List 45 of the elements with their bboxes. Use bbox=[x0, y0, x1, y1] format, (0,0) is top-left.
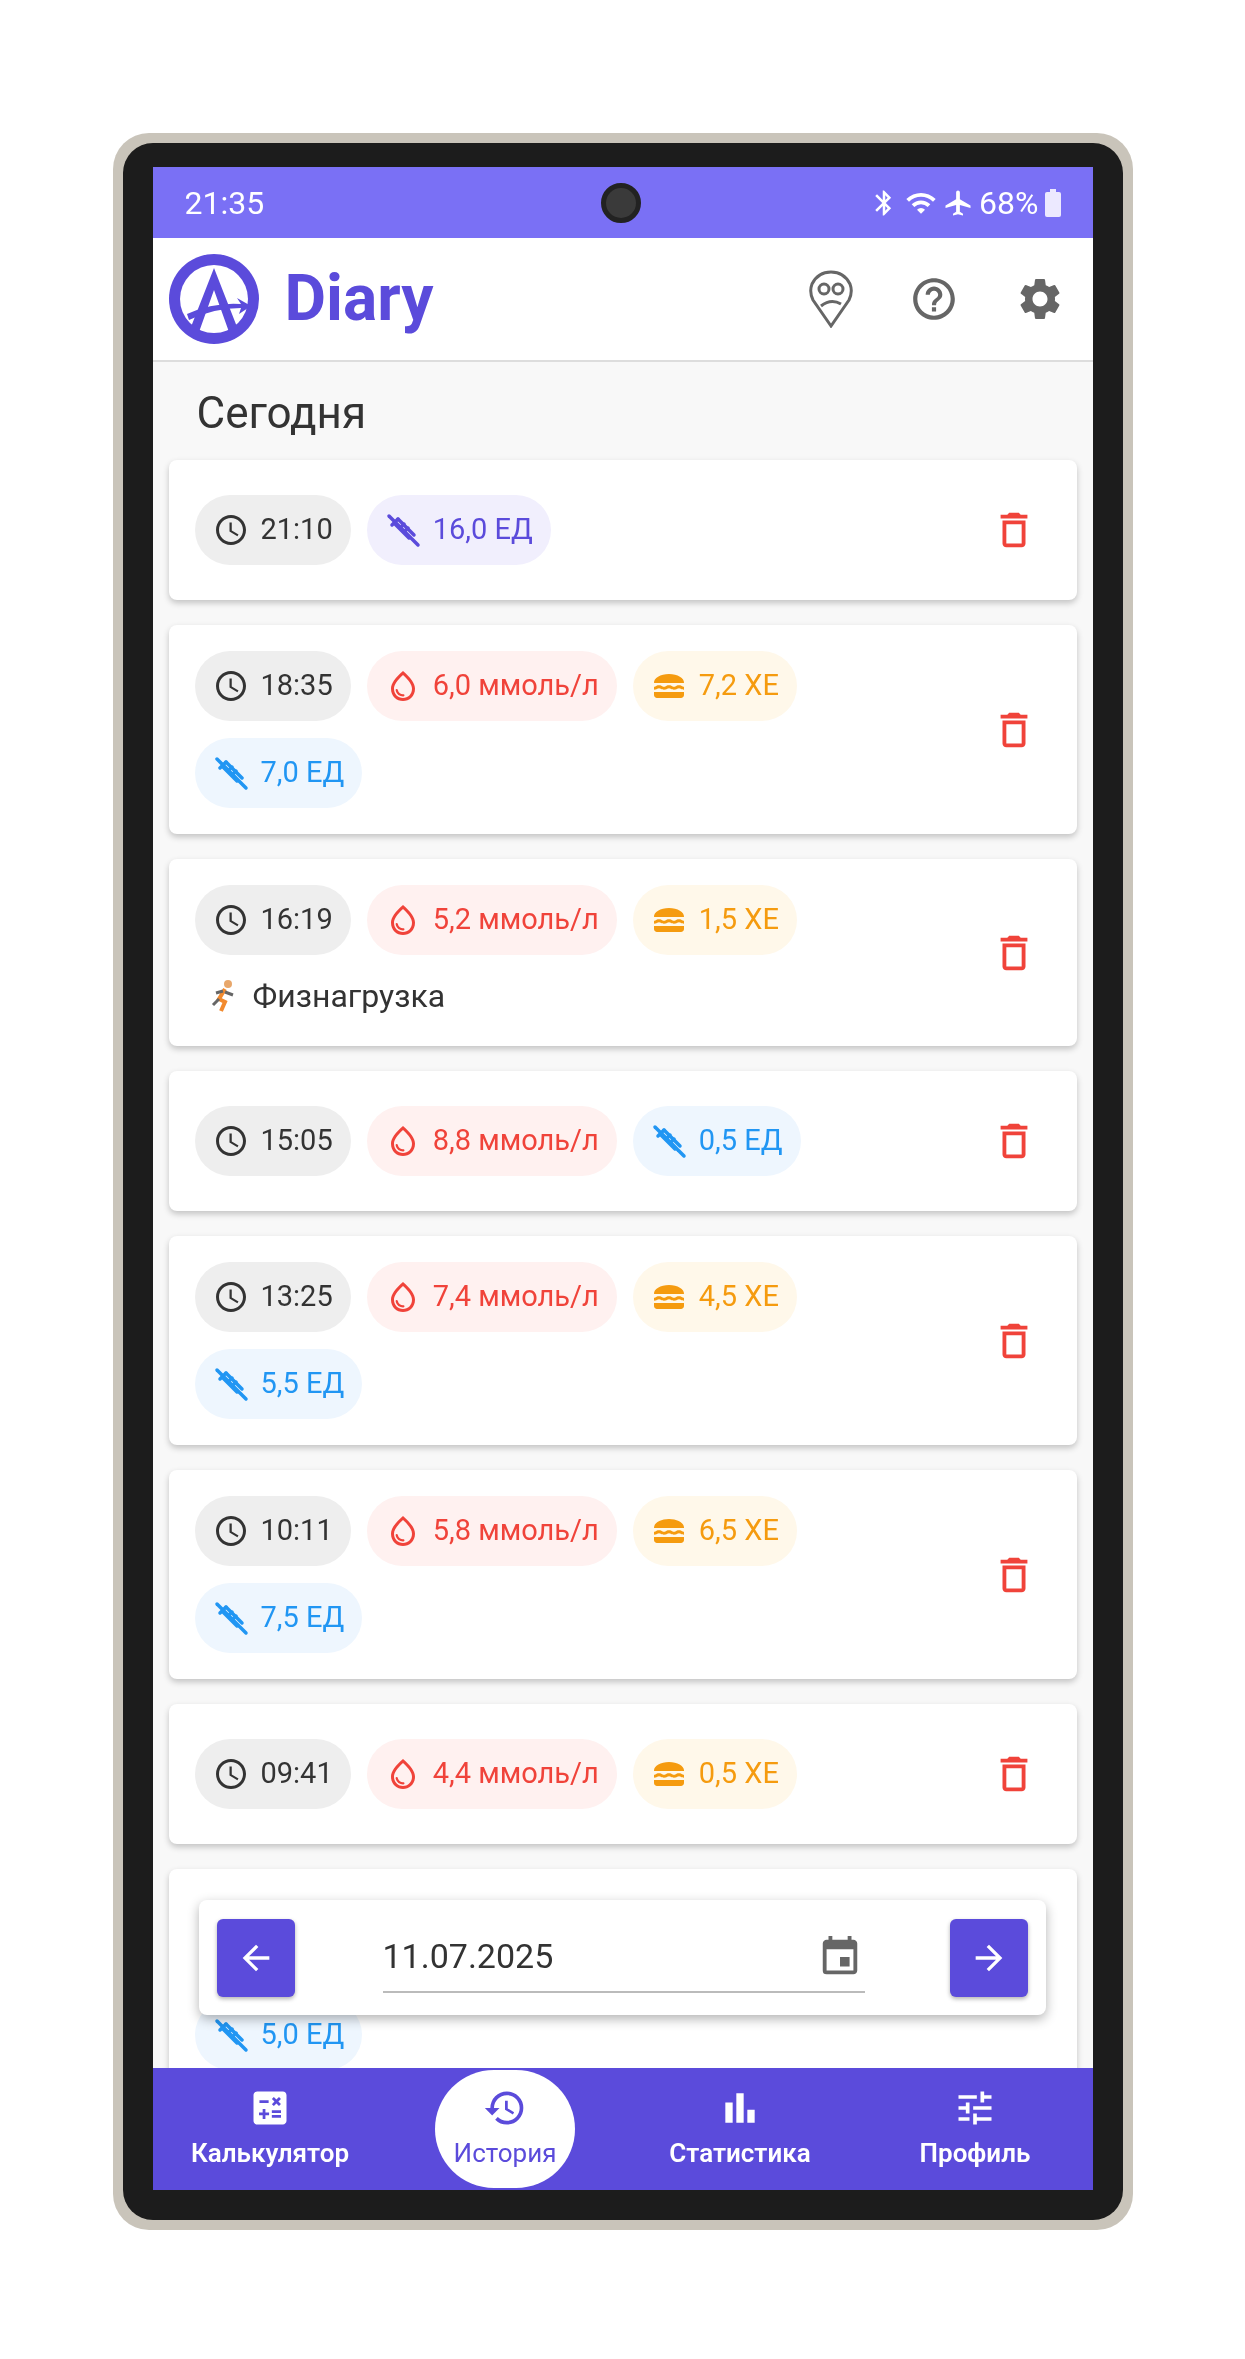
chip-text: 5,5 ЕД bbox=[260, 1365, 345, 1403]
syringe-icon bbox=[212, 755, 249, 791]
syringe-icon bbox=[212, 1366, 249, 1402]
section-title: Сегодня bbox=[195, 386, 368, 441]
date-field[interactable]: 11.07.2025 bbox=[382, 1922, 865, 1993]
chip-text: 16,0 ЕД bbox=[432, 511, 533, 549]
chip-text: 7,2 ХЕ bbox=[698, 667, 779, 705]
battery-percent: 68% bbox=[979, 182, 1039, 224]
chip-text: 4,5 ХЕ bbox=[698, 1278, 779, 1316]
syringe-icon bbox=[212, 2017, 249, 2053]
chip-text: 5,0 ЕД bbox=[260, 2016, 345, 2054]
chip-text: 8,8 ммоль/л bbox=[432, 1122, 599, 1160]
chip-text: 5,8 ммоль/л bbox=[432, 1512, 599, 1550]
chip-text: 16:19 bbox=[260, 901, 333, 939]
chip-text: 15:05 bbox=[260, 1122, 333, 1160]
owl-pin-icon[interactable] bbox=[808, 270, 853, 328]
logo-icon bbox=[168, 254, 259, 344]
chip-text: 7,4 ммоль/л bbox=[432, 1278, 599, 1316]
syringe-icon bbox=[650, 1123, 687, 1159]
chip-text: 4,4 ммоль/л bbox=[432, 1755, 599, 1793]
syringe-icon bbox=[212, 1600, 249, 1636]
chip-text: 7,0 ЕД bbox=[260, 754, 345, 792]
chip-text: 6,0 ммоль/л bbox=[432, 667, 599, 705]
chip-text: 7,5 ЕД bbox=[260, 1599, 345, 1637]
chip-text: 1,5 ХЕ bbox=[698, 901, 779, 939]
chip-text: 0,5 ХЕ bbox=[698, 1755, 779, 1793]
chip-text: 6,5 ХЕ bbox=[698, 1512, 779, 1550]
previous-day-button[interactable] bbox=[216, 1918, 295, 1997]
chip-text: 0,5 ЕД bbox=[698, 1122, 783, 1160]
note-text: Физнагрузка bbox=[252, 976, 446, 1017]
chip-text: 13:25 bbox=[260, 1278, 333, 1316]
battery-icon bbox=[1044, 188, 1061, 217]
chip-text: 10:11 bbox=[260, 1512, 333, 1550]
chip-text: 21:10 bbox=[260, 511, 333, 549]
syringe-icon bbox=[384, 512, 421, 548]
chip-text: 5,2 ммоль/л bbox=[432, 901, 599, 939]
nav-tab[interactable]: Статистика bbox=[669, 2085, 811, 2173]
chip-text: 18:35 bbox=[260, 667, 333, 705]
camera-icon bbox=[600, 183, 641, 223]
nav-tab[interactable]: Калькулятор bbox=[190, 2085, 350, 2173]
clock-time: 21:35 bbox=[184, 182, 265, 224]
chip-text: 09:41 bbox=[260, 1755, 333, 1793]
nav-tab[interactable]: История bbox=[435, 2070, 575, 2188]
next-day-button[interactable] bbox=[949, 1918, 1028, 1997]
nav-tab[interactable]: Профиль bbox=[919, 2085, 1031, 2173]
